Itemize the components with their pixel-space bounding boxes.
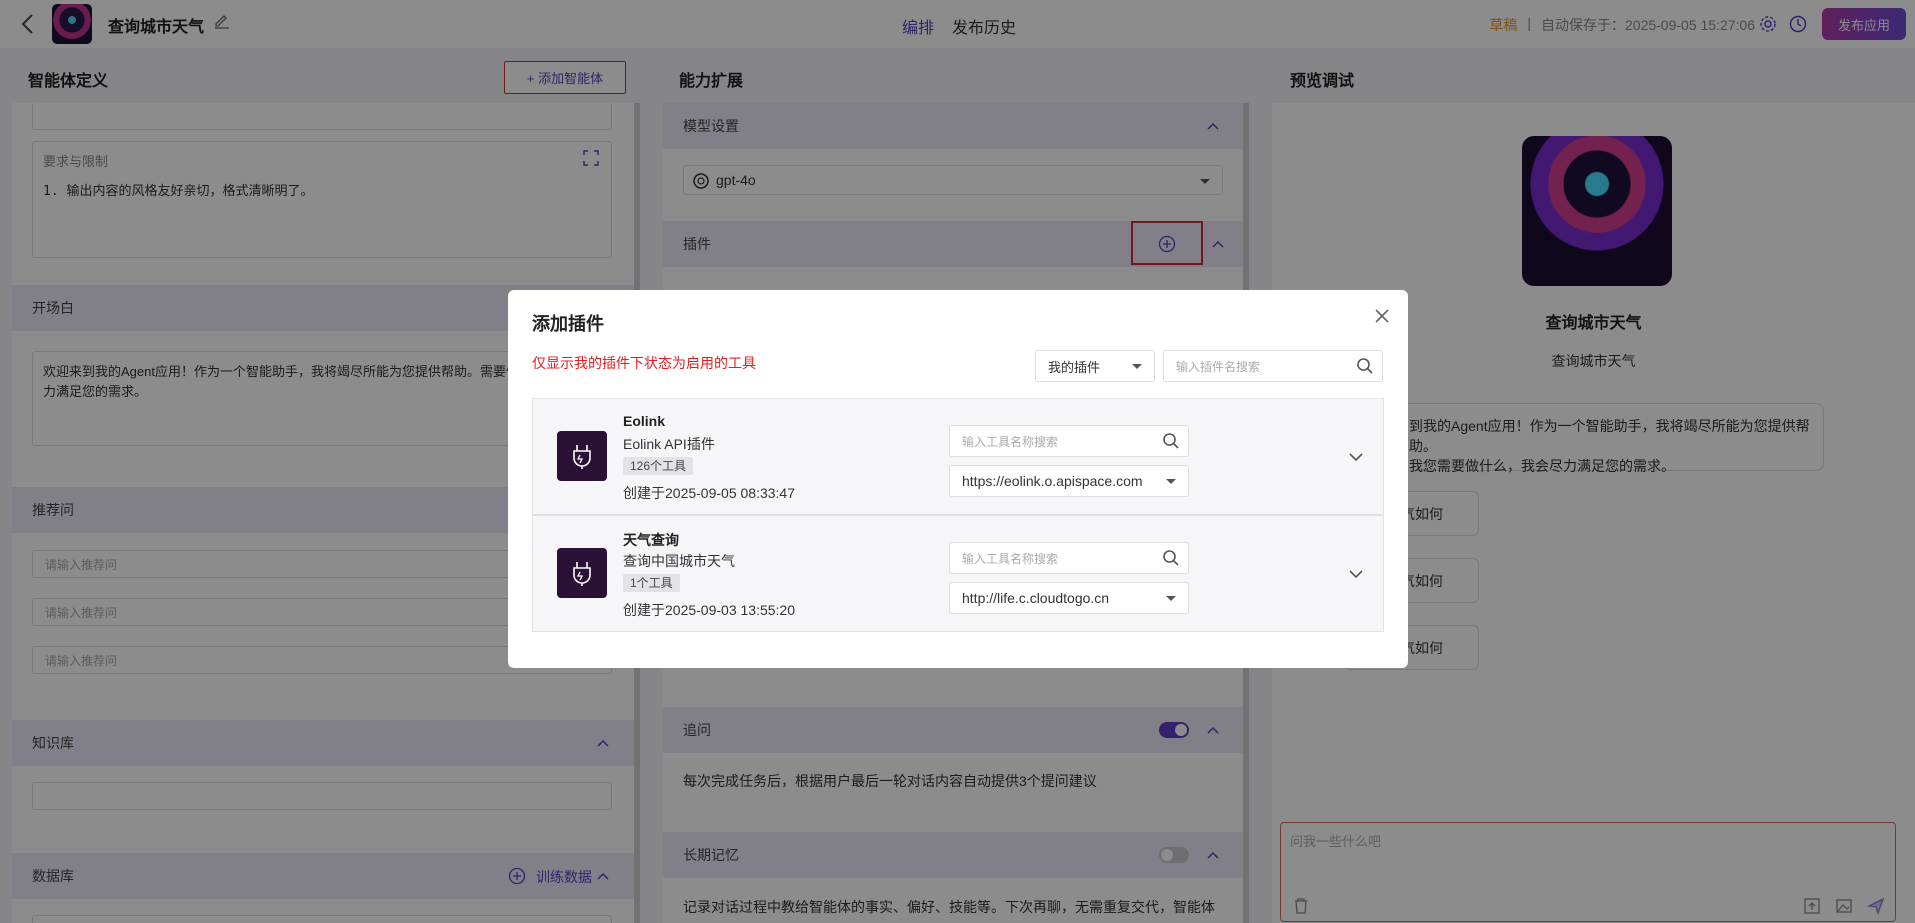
dropdown-caret-icon [1166, 479, 1176, 484]
search-icon[interactable] [1162, 549, 1180, 567]
search-icon[interactable] [1356, 357, 1374, 375]
tool-search-input[interactable]: 输入工具名称搜索 [949, 425, 1189, 457]
plugin-card-weather: 天气查询 查询中国城市天气 1个工具 创建于2025-09-03 13:55:2… [532, 515, 1384, 632]
plugin-desc: 查询中国城市天气 [623, 553, 735, 569]
plugin-desc: Eolink API插件 [623, 436, 715, 452]
search-icon[interactable] [1162, 432, 1180, 450]
dropdown-caret-icon [1132, 364, 1142, 369]
dropdown-caret-icon [1166, 596, 1176, 601]
tool-count-badge: 126个工具 [623, 457, 694, 475]
created-time: 创建于2025-09-05 08:33:47 [623, 485, 795, 501]
tool-count-badge: 1个工具 [623, 574, 680, 592]
plugin-filter-select[interactable]: 我的插件 [1035, 350, 1155, 382]
server-url-select[interactable]: https://eolink.o.apispace.com [949, 465, 1189, 497]
dialog-title: 添加插件 [532, 314, 604, 334]
plugin-plug-icon [573, 445, 591, 469]
expand-chevron-icon[interactable] [1348, 568, 1364, 580]
plugin-plug-icon [573, 562, 591, 586]
dialog-hint: 仅显示我的插件下状态为启用的工具 [532, 355, 756, 371]
expand-chevron-icon[interactable] [1348, 451, 1364, 463]
close-icon[interactable] [1372, 306, 1392, 326]
add-plugin-dialog: 添加插件 仅显示我的插件下状态为启用的工具 我的插件 输入插件名搜索 Eolin… [508, 290, 1408, 668]
created-time: 创建于2025-09-03 13:55:20 [623, 602, 795, 618]
plugin-logo [557, 431, 607, 481]
tool-search-input[interactable]: 输入工具名称搜索 [949, 542, 1189, 574]
plugin-name: Eolink [623, 413, 666, 429]
server-url-select[interactable]: http://life.c.cloudtogo.cn [949, 582, 1189, 614]
plugin-logo [557, 548, 607, 598]
plugin-card-eolink: Eolink Eolink API插件 126个工具 创建于2025-09-05… [532, 398, 1384, 515]
plugin-search-input[interactable]: 输入插件名搜索 [1163, 350, 1383, 382]
plugin-name: 天气查询 [623, 532, 679, 548]
